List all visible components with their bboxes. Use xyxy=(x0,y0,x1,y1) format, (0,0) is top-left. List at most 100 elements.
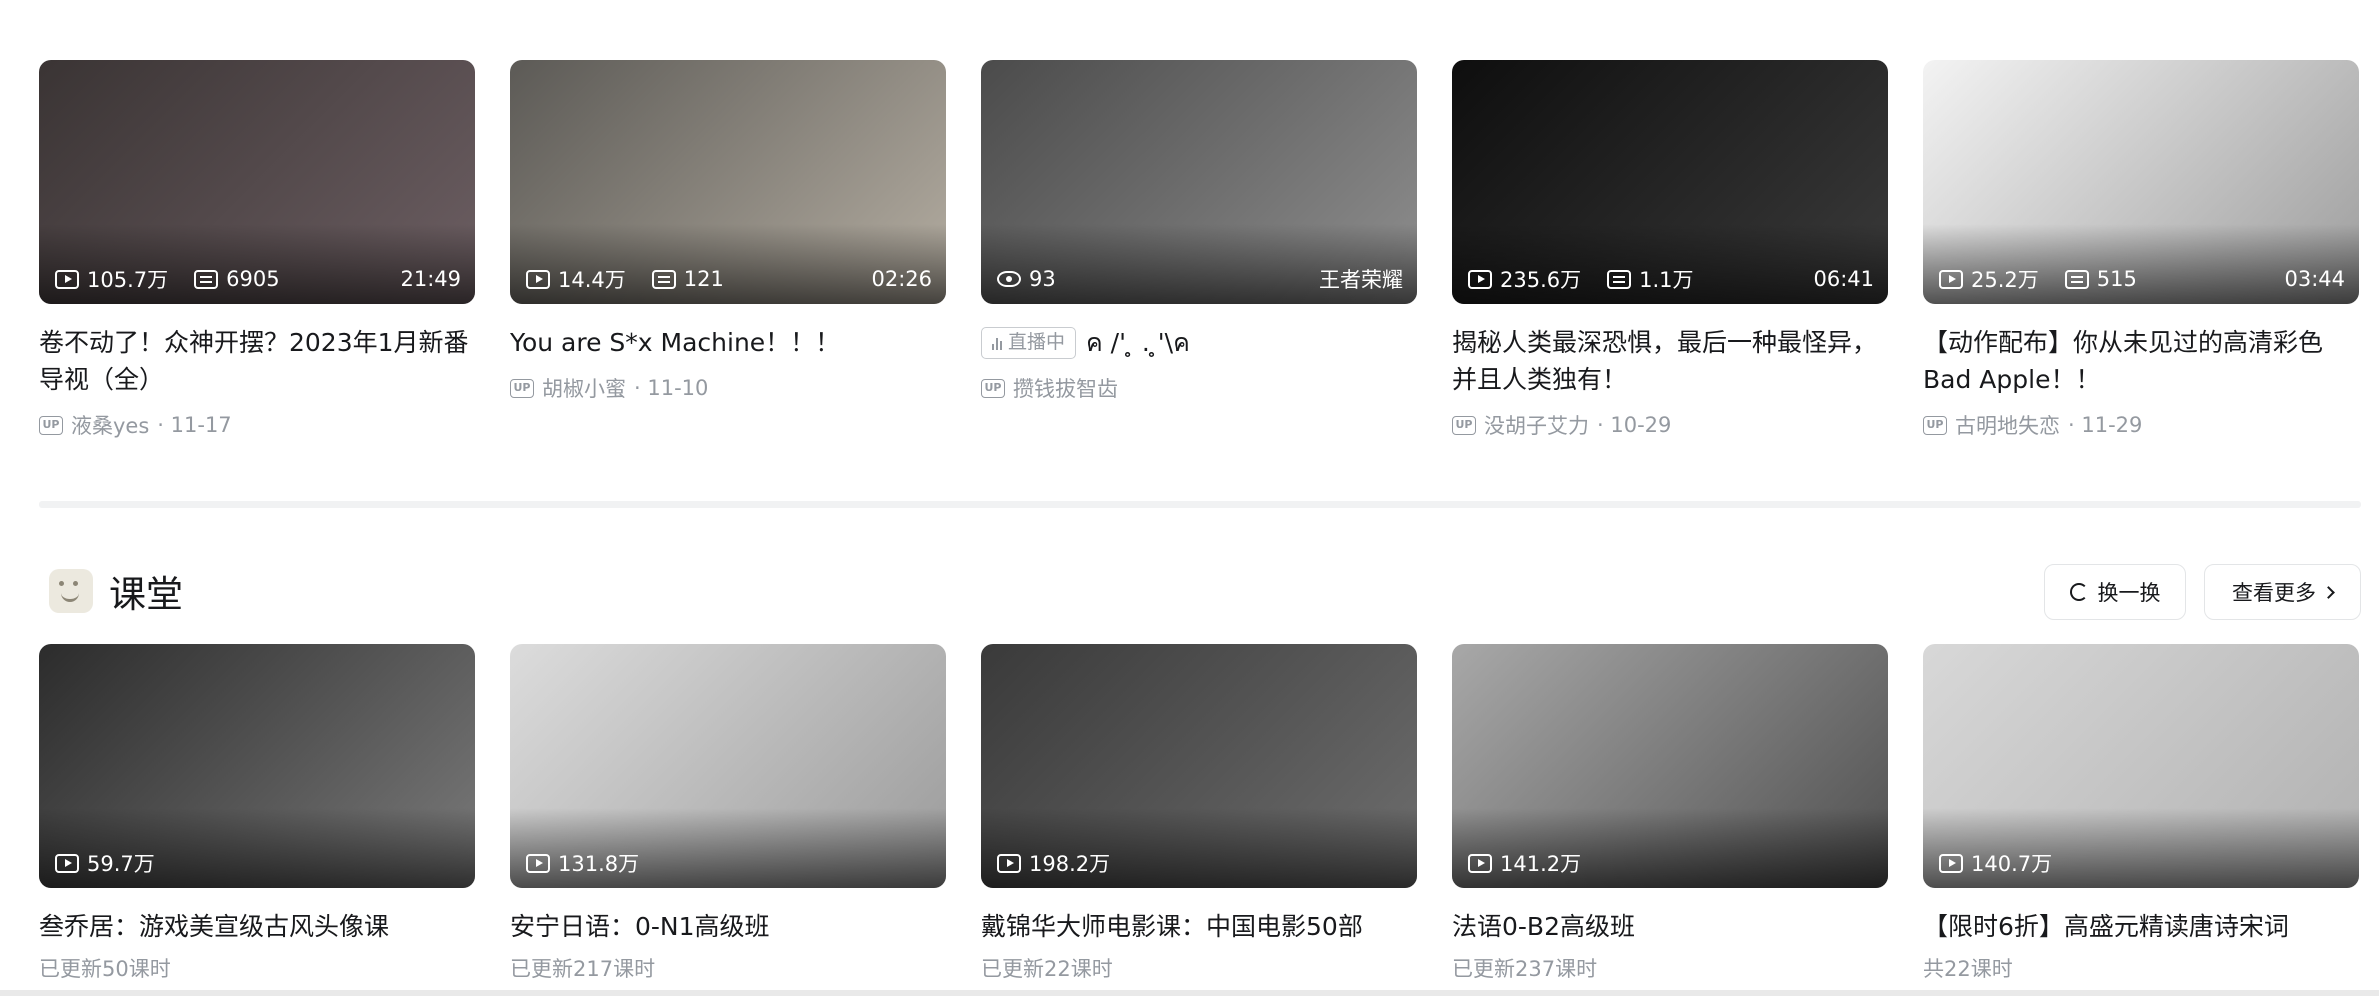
play-icon xyxy=(526,853,550,873)
publish-date: · 10-29 xyxy=(1597,413,1672,437)
video-thumbnail[interactable]: 14.4万 121 02:26 xyxy=(510,60,946,304)
course-card[interactable]: 59.7万 叁乔居：游戏美宣级古风头像课 已更新50课时 xyxy=(39,644,475,983)
change-batch-button[interactable]: 换一换 xyxy=(2044,564,2186,620)
live-badge: 直播中 xyxy=(981,326,1077,359)
live-thumbnail[interactable]: 93 王者荣耀 xyxy=(981,60,1417,304)
video-title[interactable]: 揭秘人类最深恐惧，最后一种最怪异，并且人类独有！ xyxy=(1452,324,1888,398)
course-grid: 59.7万 叁乔居：游戏美宣级古风头像课 已更新50课时 131.8万 安宁日语… xyxy=(39,644,2361,983)
course-stats: 141.2万 xyxy=(1468,848,1874,878)
course-section-header: 课堂 换一换 查看更多 xyxy=(39,560,2361,622)
video-thumbnail[interactable]: 25.2万 515 03:44 xyxy=(1923,60,2359,304)
uploader-icon: UP xyxy=(981,378,1005,398)
course-stats: 59.7万 xyxy=(55,848,461,878)
live-title[interactable]: ค /' ̥ . ̥'\ค xyxy=(1086,324,1190,361)
video-stats: 235.6万 1.1万 06:41 xyxy=(1468,264,1874,294)
live-title-row[interactable]: 直播中 ค /' ̥ . ̥'\ค xyxy=(981,324,1417,361)
danmaku-icon xyxy=(1607,269,1632,289)
change-batch-label: 换一换 xyxy=(2097,581,2161,605)
play-count: 25.2万 xyxy=(1971,268,2039,292)
refresh-icon xyxy=(2069,583,2088,601)
classroom-icon xyxy=(49,569,93,613)
video-title[interactable]: You are S*x Machine！！！ xyxy=(510,324,946,361)
course-card[interactable]: 140.7万 【限时6折】高盛元精读唐诗宋词 共22课时 xyxy=(1923,644,2359,983)
video-meta: UP 没胡子艾力 · 10-29 xyxy=(1452,410,1888,440)
video-thumbnail[interactable]: 235.6万 1.1万 06:41 xyxy=(1452,60,1888,304)
play-count: 198.2万 xyxy=(1029,852,1111,876)
viewer-count: 93 xyxy=(1029,267,1056,291)
video-title[interactable]: 【动作配布】你从未见过的高清彩色Bad Apple！！ xyxy=(1923,324,2359,398)
course-lessons: 已更新50课时 xyxy=(39,957,171,981)
course-title[interactable]: 法语0-B2高级班 xyxy=(1452,908,1888,945)
video-grid: 105.7万 6905 21:49 卷不动了！众神开摆？2023年1月新番导视（… xyxy=(39,60,2361,440)
video-meta: UP 古明地失恋 · 11-29 xyxy=(1923,410,2359,440)
uploader-icon: UP xyxy=(39,415,63,435)
uploader-name[interactable]: 没胡子艾力 xyxy=(1484,410,1589,440)
uploader-name[interactable]: 古明地失恋 xyxy=(1955,410,2060,440)
play-count: 14.4万 xyxy=(558,268,626,292)
chevron-right-icon xyxy=(2322,585,2335,599)
course-lessons: 共22课时 xyxy=(1923,957,2013,981)
course-card[interactable]: 198.2万 戴锦华大师电影课：中国电影50部 已更新22课时 xyxy=(981,644,1417,983)
play-icon xyxy=(997,853,1021,873)
live-card[interactable]: 93 王者荣耀 直播中 ค /' ̥ . ̥'\ค UP 攒钱拔智齿 xyxy=(981,60,1417,440)
video-meta: UP 胡椒小蜜 · 11-10 xyxy=(510,373,946,403)
video-stats: 105.7万 6905 21:49 xyxy=(55,264,461,294)
eye-icon xyxy=(997,271,1021,287)
play-icon xyxy=(1468,853,1492,873)
play-count: 105.7万 xyxy=(87,268,169,292)
play-count: 141.2万 xyxy=(1500,852,1582,876)
uploader-name[interactable]: 液桑yes xyxy=(71,410,149,440)
section-divider xyxy=(39,501,2361,508)
video-duration: 03:44 xyxy=(2284,267,2345,291)
course-lessons: 已更新237课时 xyxy=(1452,957,1598,981)
course-card[interactable]: 131.8万 安宁日语：0-N1高级班 已更新217课时 xyxy=(510,644,946,983)
video-card[interactable]: 235.6万 1.1万 06:41 揭秘人类最深恐惧，最后一种最怪异，并且人类独… xyxy=(1452,60,1888,440)
live-bars-icon xyxy=(992,336,1002,350)
video-duration: 06:41 xyxy=(1813,267,1874,291)
course-thumbnail[interactable]: 59.7万 xyxy=(39,644,475,888)
course-thumbnail[interactable]: 141.2万 xyxy=(1452,644,1888,888)
video-duration: 21:49 xyxy=(400,267,461,291)
course-title[interactable]: 安宁日语：0-N1高级班 xyxy=(510,908,946,945)
uploader-icon: UP xyxy=(510,378,534,398)
video-card[interactable]: 25.2万 515 03:44 【动作配布】你从未见过的高清彩色Bad Appl… xyxy=(1923,60,2359,440)
course-thumbnail[interactable]: 140.7万 xyxy=(1923,644,2359,888)
play-icon xyxy=(1939,269,1963,289)
play-icon xyxy=(1468,269,1492,289)
play-icon xyxy=(55,853,79,873)
uploader-name[interactable]: 攒钱拔智齿 xyxy=(1013,373,1118,403)
live-badge-label: 直播中 xyxy=(1008,331,1066,353)
course-lessons: 已更新22课时 xyxy=(981,957,1113,981)
video-card[interactable]: 105.7万 6905 21:49 卷不动了！众神开摆？2023年1月新番导视（… xyxy=(39,60,475,440)
danmaku-icon xyxy=(2064,269,2089,289)
course-title[interactable]: 戴锦华大师电影课：中国电影50部 xyxy=(981,908,1417,945)
bottom-border xyxy=(0,990,2379,996)
publish-date: · 11-29 xyxy=(2068,413,2143,437)
course-thumbnail[interactable]: 198.2万 xyxy=(981,644,1417,888)
play-count: 131.8万 xyxy=(558,852,640,876)
video-duration: 02:26 xyxy=(871,267,932,291)
video-title[interactable]: 卷不动了！众神开摆？2023年1月新番导视（全） xyxy=(39,324,475,398)
play-count: 59.7万 xyxy=(87,852,155,876)
danmaku-icon xyxy=(651,269,676,289)
danmaku-count: 515 xyxy=(2096,267,2137,291)
video-stats: 25.2万 515 03:44 xyxy=(1939,264,2345,294)
danmaku-count: 6905 xyxy=(226,267,280,291)
course-stats: 140.7万 xyxy=(1939,848,2345,878)
live-category: 王者荣耀 xyxy=(1319,268,1403,292)
publish-date: · 11-17 xyxy=(157,413,232,437)
play-count: 235.6万 xyxy=(1500,268,1582,292)
view-more-button[interactable]: 查看更多 xyxy=(2204,564,2361,620)
course-thumbnail[interactable]: 131.8万 xyxy=(510,644,946,888)
danmaku-icon xyxy=(194,269,219,289)
course-title[interactable]: 叁乔居：游戏美宣级古风头像课 xyxy=(39,908,475,945)
course-card[interactable]: 141.2万 法语0-B2高级班 已更新237课时 xyxy=(1452,644,1888,983)
uploader-name[interactable]: 胡椒小蜜 xyxy=(542,373,626,403)
section-title: 课堂 xyxy=(109,573,183,616)
video-card[interactable]: 14.4万 121 02:26 You are S*x Machine！！！ U… xyxy=(510,60,946,440)
publish-date: · 11-10 xyxy=(634,376,709,400)
live-meta: UP 攒钱拔智齿 xyxy=(981,373,1417,403)
course-title[interactable]: 【限时6折】高盛元精读唐诗宋词 xyxy=(1923,908,2359,945)
danmaku-count: 1.1万 xyxy=(1639,268,1694,292)
video-thumbnail[interactable]: 105.7万 6905 21:49 xyxy=(39,60,475,304)
